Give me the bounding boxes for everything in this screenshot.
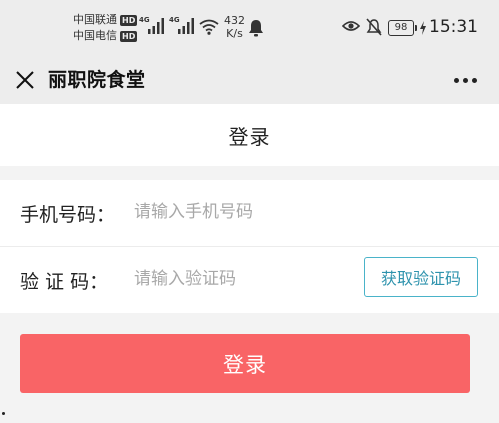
get-code-button[interactable]: 获取验证码 bbox=[364, 257, 478, 297]
phone-label: 手机号码： bbox=[20, 204, 116, 226]
battery-level: 98 bbox=[388, 20, 414, 36]
phone-input[interactable] bbox=[134, 196, 464, 228]
page-title: 登录 bbox=[228, 125, 271, 149]
code-label: 验 证 码： bbox=[20, 271, 109, 293]
carrier-1-label: 中国联通 bbox=[73, 13, 117, 26]
network-speed-value: 432 bbox=[224, 14, 245, 27]
close-button[interactable] bbox=[8, 62, 42, 96]
stray-dot bbox=[2, 412, 5, 415]
carrier-info: 中国联通 HD 中国电信 HD bbox=[73, 12, 138, 44]
mute-icon bbox=[366, 18, 382, 36]
notification-bell-icon bbox=[249, 20, 263, 37]
page-header: 登录 bbox=[0, 104, 499, 166]
hd-badge: HD bbox=[120, 30, 138, 42]
code-row: 验 证 码： 获取验证码 bbox=[0, 247, 499, 313]
login-form: 手机号码： 验 证 码： 获取验证码 bbox=[0, 180, 499, 313]
clock: 15:31 bbox=[429, 17, 478, 37]
wifi-icon bbox=[199, 19, 219, 35]
eye-icon bbox=[342, 21, 360, 31]
code-input[interactable] bbox=[134, 263, 354, 295]
login-button[interactable]: 登录 bbox=[20, 334, 470, 393]
hd-badge: HD bbox=[120, 14, 138, 26]
close-icon bbox=[16, 71, 34, 89]
status-bar: 中国联通 HD 中国电信 HD 4G 4G 432 K/s 98 15:31 bbox=[0, 0, 499, 56]
battery-icon: 98 bbox=[388, 20, 427, 36]
more-icon bbox=[454, 78, 459, 83]
network-speed: 432 K/s bbox=[224, 14, 245, 40]
charging-icon bbox=[420, 21, 426, 35]
network-speed-unit: K/s bbox=[226, 27, 243, 40]
nav-bar: 丽职院食堂 bbox=[0, 56, 499, 104]
phone-row: 手机号码： bbox=[0, 180, 499, 246]
nav-title: 丽职院食堂 bbox=[48, 69, 146, 91]
more-button[interactable] bbox=[448, 66, 482, 94]
carrier-2-label: 中国电信 bbox=[73, 29, 117, 42]
